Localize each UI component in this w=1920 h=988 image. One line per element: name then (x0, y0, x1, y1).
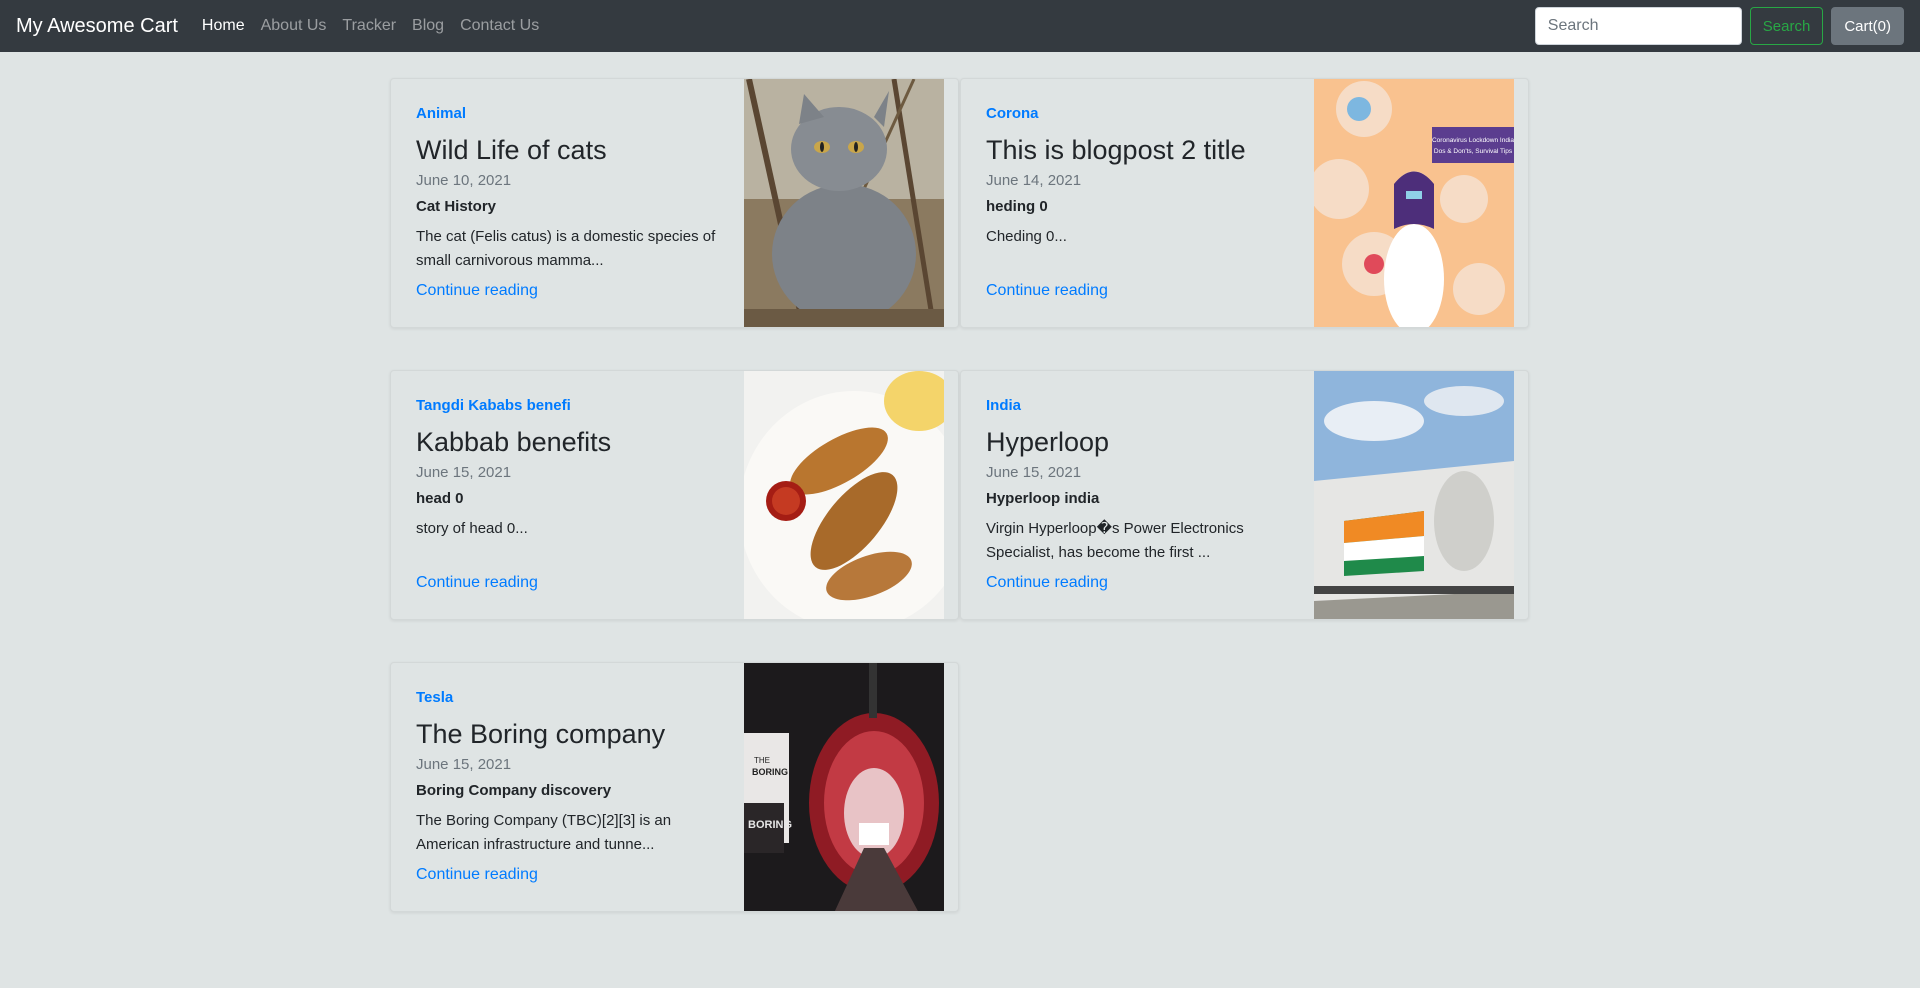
brand-link[interactable]: My Awesome Cart (16, 15, 178, 38)
continue-reading-link[interactable]: Continue reading (416, 866, 538, 884)
continue-reading-link[interactable]: Continue reading (416, 282, 538, 300)
card-title: The Boring company (416, 719, 666, 749)
card-heading: head 0 (416, 490, 464, 507)
blog-card-kabab: Tangdi Kababs benefi Kabbab benefits Jun… (390, 370, 959, 620)
blog-card-hyperloop: India Hyperloop June 15, 2021 Hyperloop … (960, 370, 1529, 620)
svg-text:THE: THE (754, 756, 770, 765)
card-excerpt: Virgin Hyperloop�s Power Electronics Spe… (986, 520, 1244, 561)
card-heading: Hyperloop india (986, 490, 1100, 507)
cart-button[interactable]: Cart(0) (1831, 7, 1904, 45)
card-date: June 15, 2021 (416, 464, 512, 481)
card-body: Animal Wild Life of cats June 10, 2021 C… (416, 79, 716, 327)
blog-card-boring: Tesla The Boring company June 15, 2021 B… (390, 662, 959, 912)
continue-reading-link[interactable]: Continue reading (416, 574, 538, 592)
card-heading: Cat History (416, 198, 497, 215)
card-category: India (986, 397, 1022, 414)
card-body: Tangdi Kababs benefi Kabbab benefits Jun… (416, 371, 716, 619)
card-title: Kabbab benefits (416, 427, 612, 457)
search-button[interactable]: Search (1749, 7, 1824, 45)
card-body: India Hyperloop June 15, 2021 Hyperloop … (986, 371, 1286, 619)
card-excerpt: The cat (Felis catus) is a domestic spec… (416, 228, 716, 269)
nav-links: Home About Us Tracker Blog Contact Us (202, 17, 539, 35)
card-category: Tesla (416, 689, 454, 706)
corona-illustration: Coronavirus Lockdown India Dos & Don'ts,… (1314, 79, 1514, 327)
card-date: June 15, 2021 (986, 464, 1082, 481)
navbar: My Awesome Cart Home About Us Tracker Bl… (0, 0, 1920, 52)
card-date: June 15, 2021 (416, 756, 512, 773)
search-input[interactable] (1534, 7, 1742, 45)
blog-card-corona: Corona This is blogpost 2 title June 14,… (960, 78, 1529, 328)
tunnel-photo: THE BORING BORING (744, 663, 944, 911)
card-title: This is blogpost 2 title (986, 135, 1246, 165)
kabab-photo (744, 371, 944, 619)
card-category: Tangdi Kababs benefi (416, 397, 571, 414)
card-body: Corona This is blogpost 2 title June 14,… (986, 79, 1286, 327)
continue-reading-link[interactable]: Continue reading (986, 282, 1108, 300)
card-title: Hyperloop (986, 427, 1110, 457)
card-category: Corona (986, 105, 1039, 122)
hyperloop-photo (1314, 371, 1514, 619)
nav-blog[interactable]: Blog (412, 17, 444, 35)
nav-home[interactable]: Home (202, 17, 245, 35)
card-excerpt: Cheding 0... (986, 228, 1067, 245)
card-body: Tesla The Boring company June 15, 2021 B… (416, 663, 716, 911)
card-heading: Boring Company discovery (416, 782, 612, 799)
nav-contact[interactable]: Contact Us (460, 17, 539, 35)
blog-card-cats: Animal Wild Life of cats June 10, 2021 C… (390, 78, 959, 328)
nav-search-form: Search Cart(0) (1534, 7, 1904, 45)
svg-text:Coronavirus Lockdown India: Coronavirus Lockdown India (1432, 137, 1514, 144)
svg-text:BORING: BORING (752, 767, 788, 777)
nav-about[interactable]: About Us (261, 17, 327, 35)
card-date: June 14, 2021 (986, 172, 1082, 189)
svg-text:BORING: BORING (748, 819, 792, 831)
card-heading: heding 0 (986, 198, 1048, 215)
card-title: Wild Life of cats (416, 135, 607, 165)
card-category: Animal (416, 105, 467, 122)
continue-reading-link[interactable]: Continue reading (986, 574, 1108, 592)
card-excerpt: The Boring Company (TBC)[2][3] is an Ame… (416, 812, 672, 853)
svg-text:Dos & Don'ts, Survival Tips: Dos & Don'ts, Survival Tips (1434, 148, 1513, 155)
cat-photo (744, 79, 944, 327)
nav-tracker[interactable]: Tracker (342, 17, 396, 35)
card-excerpt: story of head 0... (416, 520, 528, 537)
card-date: June 10, 2021 (416, 172, 512, 189)
